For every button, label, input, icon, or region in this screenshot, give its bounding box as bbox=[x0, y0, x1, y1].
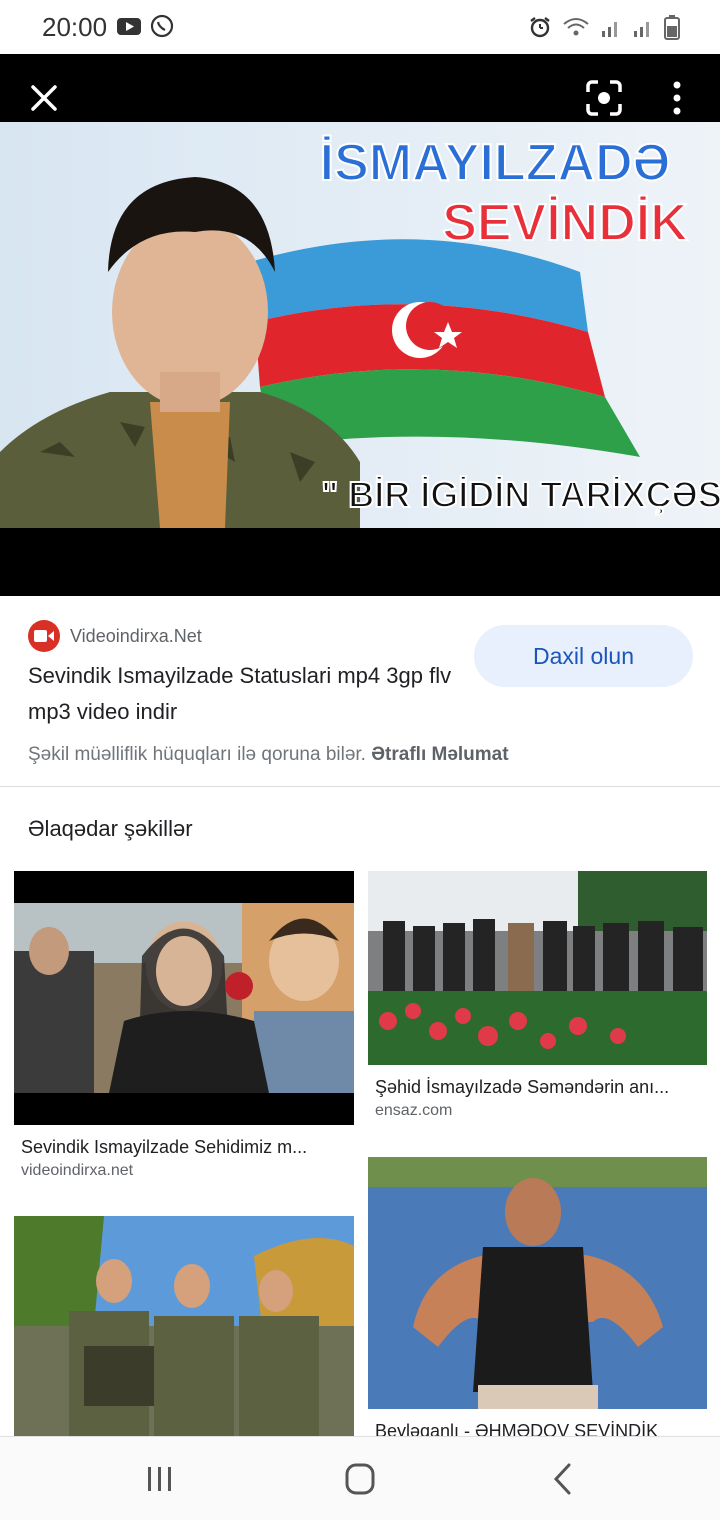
battery-icon bbox=[664, 15, 680, 40]
hero-title-line1: İSMAYILZADƏ bbox=[320, 134, 671, 192]
status-time: 20:00 bbox=[42, 12, 108, 42]
hero-title-line2: SEVİNDİK bbox=[442, 194, 688, 252]
related-images-heading: Əlaqədar şəkillər bbox=[28, 816, 193, 841]
related-thumbnail bbox=[14, 871, 354, 1125]
hero-tagline: " BİR İGİDİN TARİXÇƏSİ" bbox=[321, 474, 720, 515]
related-thumbnail bbox=[368, 871, 707, 1065]
whatsapp-icon bbox=[150, 14, 174, 38]
source-name: Videoindirxa.Net bbox=[70, 625, 202, 646]
status-bar: 20:00 bbox=[0, 0, 720, 54]
related-source: ensaz.com bbox=[375, 1102, 453, 1119]
recent-apps-icon[interactable] bbox=[140, 1461, 180, 1497]
related-title: Sevindik Ismayilzade Sehidimiz m... bbox=[21, 1137, 308, 1157]
page-title[interactable]: Sevindik Ismayilzade Statuslari mp4 3gp … bbox=[28, 658, 468, 730]
divider bbox=[0, 786, 720, 787]
lens-icon[interactable] bbox=[584, 78, 624, 118]
back-icon[interactable] bbox=[544, 1461, 584, 1497]
signal-icon bbox=[634, 22, 649, 37]
youtube-icon bbox=[117, 18, 141, 35]
source-row[interactable]: Videoindirxa.Net bbox=[28, 620, 202, 652]
copyright-notice: Şəkil müəlliflik hüquqları ilə qoruna bi… bbox=[28, 744, 509, 766]
hero-image: İSMAYILZADƏ SEVİNDİK " BİR İGİDİN TARİXÇ… bbox=[0, 122, 720, 528]
related-image-card[interactable]: Sevindik Ismayilzade Sehidimiz m... vide… bbox=[14, 871, 354, 1180]
related-image-card[interactable]: Şəhid İsmayılzadə Səməndərin anı... ensa… bbox=[368, 871, 707, 1120]
copyright-text: Şəkil müəlliflik hüquqları ilə qoruna bi… bbox=[28, 744, 366, 765]
wifi-icon bbox=[563, 18, 589, 36]
related-title: Şəhid İsmayılzadə Səməndərin anı... bbox=[375, 1077, 670, 1097]
visit-button[interactable]: Daxil olun bbox=[474, 625, 693, 687]
related-image-card[interactable]: Beyləqanlı - ƏHMƏDOV SEVİNDİK bbox=[368, 1157, 707, 1442]
related-source: videoindirxa.net bbox=[21, 1162, 134, 1179]
more-vert-icon[interactable] bbox=[662, 78, 692, 118]
system-nav-bar bbox=[0, 1436, 720, 1520]
signal-icon bbox=[602, 22, 617, 37]
related-thumbnail bbox=[14, 1216, 354, 1436]
related-thumbnail bbox=[368, 1157, 707, 1409]
learn-more-link[interactable]: Ətraflı Məlumat bbox=[371, 744, 508, 765]
home-icon[interactable] bbox=[340, 1461, 380, 1497]
alarm-icon bbox=[530, 17, 550, 38]
hero-image-graphic: İSMAYILZADƏ SEVİNDİK " BİR İGİDİN TARİXÇ… bbox=[0, 122, 720, 528]
video-camera-icon bbox=[28, 620, 60, 652]
related-image-card[interactable] bbox=[14, 1216, 354, 1436]
close-icon[interactable] bbox=[26, 80, 62, 116]
image-viewer: İSMAYILZADƏ SEVİNDİK " BİR İGİDİN TARİXÇ… bbox=[0, 54, 720, 596]
